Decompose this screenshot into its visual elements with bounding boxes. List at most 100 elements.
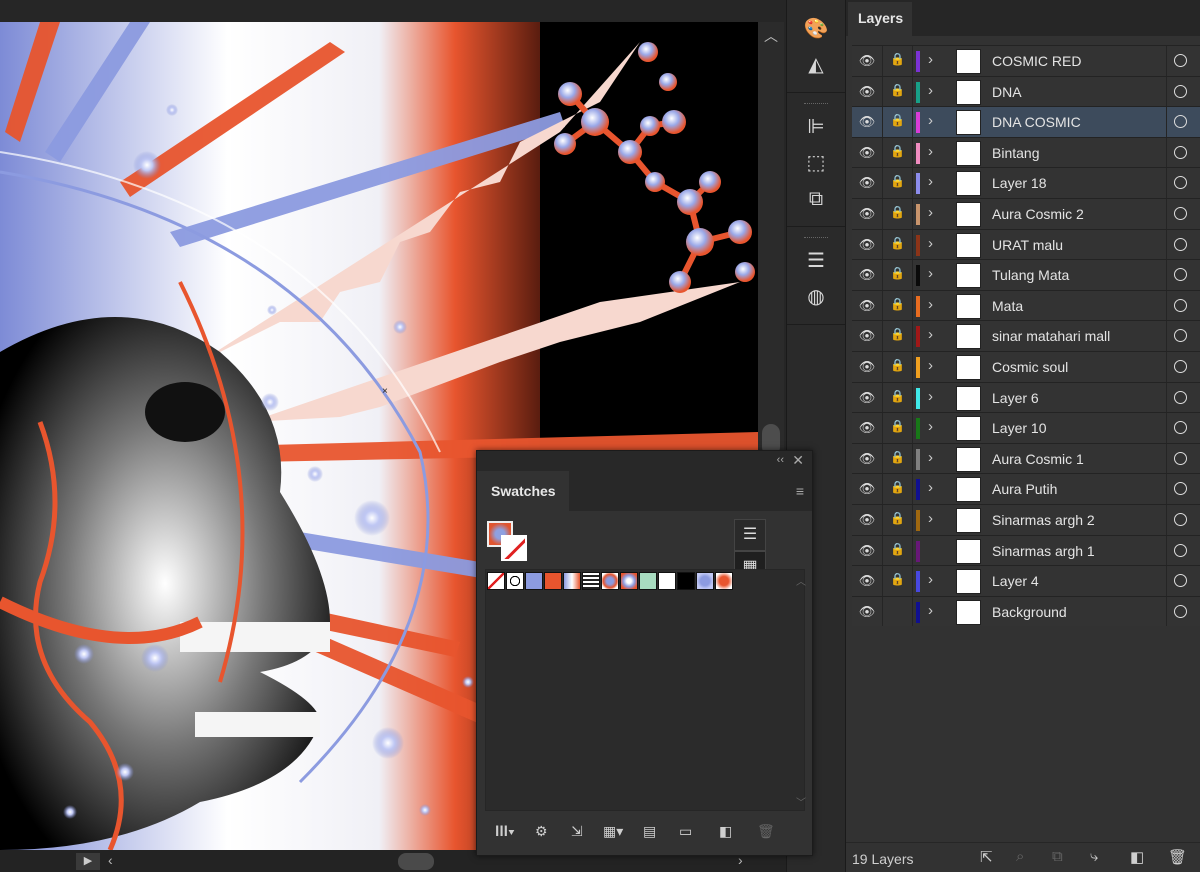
layer-name[interactable]: Layer 18: [992, 175, 1046, 191]
swatch-registration[interactable]: [506, 572, 524, 590]
swatch-mint[interactable]: [639, 572, 657, 590]
visibility-eye-icon[interactable]: 👁: [858, 298, 876, 313]
delete-swatch-icon[interactable]: 🗑: [757, 823, 775, 840]
layer-row[interactable]: 👁 🔒 › DNA COSMIC: [852, 106, 1200, 137]
expand-chevron-icon[interactable]: ›: [928, 449, 933, 466]
expand-chevron-icon[interactable]: ›: [928, 204, 933, 221]
visibility-eye-icon[interactable]: 👁: [858, 359, 876, 374]
lock-icon[interactable]: 🔒: [890, 327, 905, 343]
swatches-panel[interactable]: ‹‹ ✕ Swatches ≡ ☰ ▦ ︿ ﹀ 𝐈𝐈𝐈▾ ⚙ ⇲ ▦▾ ▤ ▭ …: [476, 450, 813, 856]
swatch-white[interactable]: [658, 572, 676, 590]
layer-row[interactable]: 👁 🔒 Sinarmas argh 1: [852, 534, 1200, 566]
target-circle-icon[interactable]: [1174, 574, 1187, 588]
layer-row[interactable]: 👁 🔒 › sinar matahari mall: [852, 320, 1200, 351]
layer-row[interactable]: 👁 🔒 › Sinarmas argh 2: [852, 503, 1200, 535]
layer-name[interactable]: Tulang Mata: [992, 267, 1069, 283]
panel-menu-icon[interactable]: ≡: [796, 483, 804, 499]
target-circle-icon[interactable]: [1174, 206, 1187, 220]
target-circle-icon[interactable]: [1174, 176, 1187, 190]
target-circle-icon[interactable]: [1174, 298, 1187, 312]
expand-chevron-icon[interactable]: ›: [928, 571, 933, 588]
target-circle-icon[interactable]: [1174, 84, 1187, 98]
swatches-titlebar[interactable]: ‹‹ ✕: [477, 451, 812, 471]
layer-name[interactable]: Aura Cosmic 1: [992, 451, 1084, 467]
target-circle-icon[interactable]: [1174, 359, 1187, 373]
visibility-eye-icon[interactable]: 👁: [858, 481, 876, 496]
new-swatch-icon[interactable]: ◧: [719, 823, 732, 840]
visibility-eye-icon[interactable]: 👁: [858, 53, 876, 68]
new-layer-icon[interactable]: ◧: [1130, 848, 1144, 866]
swatch-radial-4[interactable]: [715, 572, 733, 590]
layer-name[interactable]: Layer 6: [992, 390, 1039, 406]
target-circle-icon[interactable]: [1174, 329, 1187, 343]
visibility-eye-icon[interactable]: 👁: [858, 328, 876, 343]
swatch-radial-3[interactable]: [696, 572, 714, 590]
visibility-eye-icon[interactable]: 👁: [858, 267, 876, 282]
lock-icon[interactable]: 🔒: [890, 572, 905, 588]
expand-chevron-icon[interactable]: ›: [928, 82, 933, 99]
target-circle-icon[interactable]: [1174, 543, 1187, 557]
lock-icon[interactable]: 🔒: [890, 480, 905, 496]
expand-chevron-icon[interactable]: ›: [928, 173, 933, 190]
lock-icon[interactable]: 🔒: [890, 52, 905, 68]
scroll-left-icon[interactable]: ‹: [108, 852, 113, 868]
place-swatches-icon[interactable]: ⇲: [571, 823, 583, 840]
tab-swatches[interactable]: Swatches: [477, 471, 569, 511]
visibility-eye-icon[interactable]: 👁: [858, 573, 876, 588]
expand-chevron-icon[interactable]: ›: [928, 235, 933, 252]
visibility-eye-icon[interactable]: 👁: [858, 604, 876, 619]
swatch-options-menu-icon[interactable]: ▦▾: [603, 823, 623, 840]
expand-chevron-icon[interactable]: ›: [928, 602, 933, 619]
visibility-eye-icon[interactable]: 👁: [858, 84, 876, 99]
lock-icon[interactable]: 🔒: [890, 83, 905, 99]
appearance-icon[interactable]: ◍: [801, 282, 831, 312]
layer-name[interactable]: Sinarmas argh 1: [992, 543, 1095, 559]
visibility-eye-icon[interactable]: 👁: [858, 512, 876, 527]
layer-row[interactable]: 👁 🔒 › Aura Cosmic 2: [852, 197, 1200, 229]
delete-layer-icon[interactable]: 🗑: [1168, 848, 1187, 866]
layer-name[interactable]: Aura Putih: [992, 481, 1057, 497]
target-circle-icon[interactable]: [1174, 54, 1187, 67]
visibility-eye-icon[interactable]: 👁: [858, 390, 876, 405]
color-palette-icon[interactable]: 🎨: [801, 14, 831, 44]
expand-chevron-icon[interactable]: ›: [928, 510, 933, 527]
lock-icon[interactable]: 🔒: [890, 450, 905, 466]
layer-name[interactable]: Bintang: [992, 145, 1039, 161]
expand-chevron-icon[interactable]: ›: [928, 265, 933, 282]
target-circle-icon[interactable]: [1174, 512, 1187, 526]
swatch-radial-1[interactable]: [601, 572, 619, 590]
swatch-libraries-icon[interactable]: 𝐈𝐈𝐈▾: [495, 823, 515, 840]
layer-name[interactable]: URAT malu: [992, 237, 1063, 253]
swatch-grid[interactable]: [485, 569, 805, 811]
expand-chevron-icon[interactable]: ›: [928, 112, 933, 129]
fill-stroke-indicator[interactable]: [487, 521, 531, 563]
layer-name[interactable]: Cosmic soul: [992, 359, 1068, 375]
list-view-icon[interactable]: ☰: [734, 519, 766, 551]
expand-chevron-icon[interactable]: ›: [928, 479, 933, 496]
visibility-eye-icon[interactable]: 👁: [858, 175, 876, 190]
new-sublayer-icon[interactable]: ⤷: [1090, 848, 1098, 865]
visibility-eye-icon[interactable]: 👁: [858, 420, 876, 435]
gradient-icon[interactable]: ◭: [801, 50, 831, 80]
lock-icon[interactable]: 🔒: [890, 144, 905, 160]
close-icon[interactable]: ✕: [792, 452, 804, 469]
target-circle-icon[interactable]: [1174, 421, 1187, 435]
align-icon[interactable]: ⊫: [801, 112, 831, 142]
layer-row[interactable]: 👁 🔒 › Layer 10: [852, 412, 1200, 443]
lock-icon[interactable]: 🔒: [890, 113, 905, 129]
expand-chevron-icon[interactable]: ›: [928, 51, 933, 68]
stroke-icon[interactable]: ☰: [801, 246, 831, 276]
layer-row[interactable]: 👁 🔒 › Layer 6: [852, 381, 1200, 413]
lock-icon[interactable]: 🔒: [890, 511, 905, 527]
layer-row[interactable]: 👁 🔒 › COSMIC RED: [852, 45, 1200, 76]
visibility-eye-icon[interactable]: 👁: [858, 237, 876, 252]
target-circle-icon[interactable]: [1174, 390, 1187, 404]
layer-name[interactable]: Aura Cosmic 2: [992, 206, 1084, 222]
transform-icon[interactable]: ⬚: [801, 148, 831, 178]
layer-row[interactable]: 👁 🔒 › Layer 4: [852, 565, 1200, 596]
swatch-scrollbar[interactable]: ︿ ﹀: [794, 573, 808, 809]
layer-row[interactable]: 👁 🔒 › Aura Putih: [852, 473, 1200, 504]
lock-icon[interactable]: 🔒: [890, 297, 905, 313]
swatch-orange[interactable]: [544, 572, 562, 590]
layer-row[interactable]: 👁 🔒 › Aura Cosmic 1: [852, 442, 1200, 474]
